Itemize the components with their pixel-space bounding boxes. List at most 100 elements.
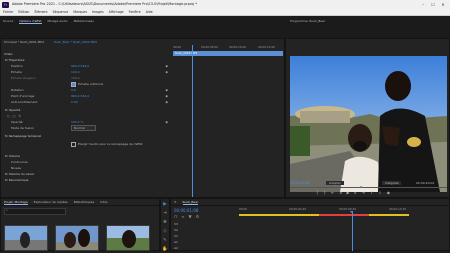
clip-thumbnail-3 [107,226,149,250]
step-back-icon[interactable]: ◂ [339,190,341,195]
quality-dropdown[interactable]: Intégrale [382,181,402,185]
transport-controls: { } ⇤ ◂ ▶ ▸ ⇥ ⇪ ⇩ ◉ [316,190,390,195]
rect-mask-icon[interactable]: □ [13,114,16,118]
timeline-ruler[interactable]: 00;00 00;00;04;29 00;00;09;29 00;00;14;2… [239,207,447,213]
work-area-bar-yellow-2[interactable] [369,214,409,216]
work-area-bar-yellow[interactable] [239,214,319,216]
timeline-timecode[interactable]: 00;00;01;08 [174,208,198,213]
panner-row[interactable]: fx Panoramique [5,177,29,183]
uniform-scale-checkbox[interactable] [71,81,76,87]
pen-mask-icon[interactable]: ✎ [18,114,21,118]
tab-source[interactable]: Source [3,19,13,24]
close-button[interactable]: ✕ [438,1,448,8]
program-playhead-icon[interactable]: ▼ [360,185,362,189]
hand-tool-icon[interactable]: ✋ [162,247,168,253]
tools-panel: ▶ ⇥ ✥ ◇ ✎ ✋ [160,198,170,253]
timeline-settings-icon[interactable]: ⚙ [196,214,200,219]
play-icon[interactable]: ▶ [346,190,349,195]
mark-in-icon[interactable]: { [316,190,319,195]
timeline-playhead-icon[interactable]: ▼ [350,210,352,214]
scale-value[interactable]: 100,0 [71,70,80,74]
scale-width-value[interactable]: 100,0 [71,76,80,80]
ripple-edit-tool-icon[interactable]: ✥ [162,220,168,226]
menu-window[interactable]: Fenêtre [129,10,141,14]
project-item-thumb-3[interactable] [106,225,150,251]
bypass-label: Contourner [11,160,28,164]
program-duration: 00;00;20;02 [416,181,435,185]
selection-tool-icon[interactable]: ▶ [162,202,168,208]
audio-remap-checkbox[interactable] [71,141,76,147]
ellipse-mask-icon[interactable]: ○ [7,114,10,118]
track-select-tool-icon[interactable]: ⇥ [162,211,168,217]
tab-info[interactable]: Infos [100,200,107,204]
menu-clip[interactable]: Élément [34,10,47,14]
mark-out-icon[interactable]: } [324,190,327,195]
project-tabbar: Projet: Montage Explorateur de médias Bi… [1,199,159,206]
tab-project[interactable]: Projet: Montage [4,200,28,205]
project-item-thumb-1[interactable] [4,225,48,251]
tab-program-monitor[interactable]: Programme: Rush_Bear [290,19,325,23]
fit-dropdown[interactable]: Adapter [326,181,344,185]
linked-selection-icon[interactable]: ∞ [181,214,184,219]
snap-icon[interactable]: ⊓ [174,214,177,219]
project-item-thumb-2[interactable] [55,225,99,251]
project-search-input[interactable] [4,208,66,215]
pen-tool-icon[interactable]: ✎ [162,238,168,244]
menu-help[interactable]: Aide [146,10,153,14]
lift-icon[interactable]: ⇪ [370,190,373,195]
position-value[interactable]: 960,0 540,0 [71,64,89,68]
timeline-playhead[interactable] [352,211,353,251]
workspace-header: Source Options d'effet Mixage audio Méta… [0,16,450,38]
maximize-button[interactable]: ☐ [428,1,438,8]
flicker-value[interactable]: 0,00 [71,100,78,104]
blend-label: Mode de fusion [11,126,34,130]
track-headers: V3 V2 V1 A1 A2 [171,221,237,251]
tab-media-browser[interactable]: Explorateur de médias [34,200,68,204]
scale-keyframe-icon[interactable]: ◆ [165,70,168,74]
render-bar-red [319,214,369,216]
add-marker-icon[interactable]: ▼ [188,214,191,219]
menu-file[interactable]: Fichier [3,10,13,14]
blend-row: Mode de fusion Normal [11,125,171,131]
track-v3-label: V3 [174,222,178,226]
menu-graphics[interactable]: Images [92,10,104,14]
source-clip-label[interactable]: Principal * Rush_0001.MP4 [4,40,44,44]
tab-sequence[interactable]: Rush_Bear [182,200,199,205]
menu-view[interactable]: Affichage [109,10,124,14]
tab-libraries[interactable]: Bibliothèques [74,200,94,204]
razor-tool-icon[interactable]: ◇ [162,229,168,235]
track-a2[interactable]: A2 [174,245,178,251]
rotation-value[interactable]: 0,0 [71,88,76,92]
position-keyframe-icon[interactable]: ◆ [165,64,168,68]
anchor-keyframe-icon[interactable]: ◆ [165,94,168,98]
minimize-button[interactable]: – [418,1,428,8]
opacity-keyframe-icon[interactable]: ◆ [165,120,168,124]
extract-icon[interactable]: ⇩ [378,190,381,195]
effect-playhead[interactable] [192,45,193,197]
tab-effect-controls[interactable]: Options d'effet [19,19,42,24]
time-remap-row[interactable]: fx Remappage temporel [5,133,41,139]
export-frame-icon[interactable]: ◉ [387,190,391,195]
go-to-out-icon[interactable]: ⇥ [362,190,365,195]
ruler-tick-2: 00;00;09;29 [339,207,357,211]
rotation-keyframe-icon[interactable]: ◆ [165,88,168,92]
menu-sequence[interactable]: Séquence [53,10,69,14]
effect-clip-bar[interactable]: Rush_0001.MP4 [173,51,283,56]
program-timecode[interactable]: 00;00;01;08 [290,181,309,185]
timeline-close-icon[interactable]: ✕ [174,200,177,204]
program-scrub-bar[interactable] [290,187,447,188]
menu-markers[interactable]: Marques [73,10,87,14]
flicker-label: Anti-scintillement [11,100,38,104]
program-video-frame[interactable] [290,56,447,192]
blend-mode-dropdown[interactable]: Normal [71,125,96,131]
opacity-value[interactable]: 100,0 % [71,120,83,124]
anchor-value[interactable]: 960,0 540,0 [71,94,89,98]
tab-metadata[interactable]: Métadonnées [74,19,94,24]
go-to-in-icon[interactable]: ⇤ [331,190,334,195]
sequence-clip-label[interactable]: Rush_Bear * Rush_0001.MP4 [54,40,97,44]
flicker-keyframe-icon[interactable]: ◆ [165,100,168,104]
effect-clip-label: Rush_0001.MP4 [175,51,198,55]
menu-edit[interactable]: Édition [18,10,29,14]
tab-audio-mixer[interactable]: Mixage audio [48,19,68,24]
step-forward-icon[interactable]: ▸ [355,190,357,195]
